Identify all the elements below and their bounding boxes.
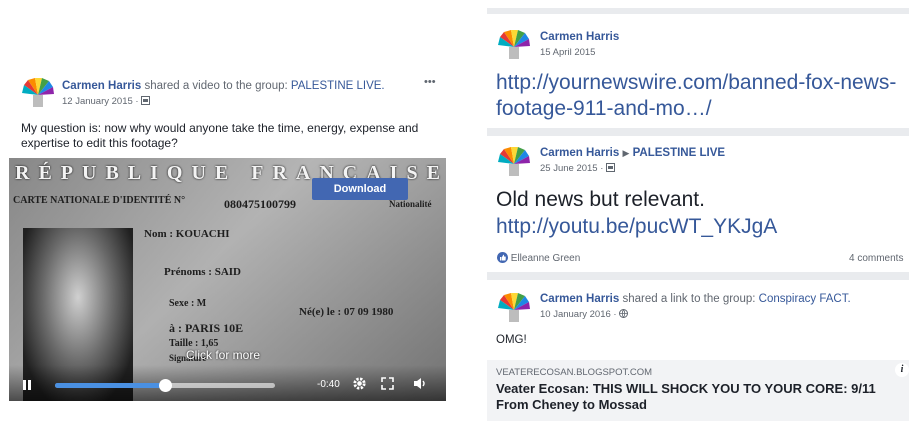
progress-fill — [55, 383, 165, 388]
right-post2-card: Carmen Harris ▶ PALESTINE LIVE 25 June 2… — [487, 136, 909, 272]
rainbow-avatar-icon[interactable] — [497, 144, 531, 178]
group-link[interactable]: PALESTINE LIVE. — [291, 80, 385, 92]
reactor-name[interactable]: Elleanne Green — [511, 253, 581, 264]
link-preview[interactable]: VEATERECOSAN.BLOGSPOT.COM Veater Ecosan:… — [487, 360, 909, 421]
post-date[interactable]: 12 January 2015 — [62, 96, 133, 107]
link-title[interactable]: Veater Ecosan: THIS WILL SHOCK YOU TO YO… — [496, 381, 906, 413]
author-name[interactable]: Carmen Harris — [62, 80, 141, 92]
link-domain: VEATERECOSAN.BLOGSPOT.COM — [496, 367, 653, 378]
volume-icon[interactable] — [413, 377, 427, 390]
right-post1-card: Carmen Harris 15 April 2015 http://yourn… — [487, 14, 909, 128]
id-ne: Né(e) le : 07 09 1980 — [299, 306, 394, 318]
time-remaining: -0:40 — [317, 379, 340, 390]
id-card-title: CARTE NATIONALE D'IDENTITÉ N° — [13, 195, 186, 206]
id-sexe: Sexe : M — [169, 298, 207, 309]
video-player[interactable]: RÉPUBLIQUE FRANÇAISE CARTE NATIONALE D'I… — [9, 158, 446, 401]
id-nom: Nom : KOUACHI — [144, 228, 230, 240]
group-privacy-icon — [141, 96, 151, 105]
like-icon — [497, 252, 508, 263]
share-action: shared a link to the group: — [622, 293, 756, 305]
post-date[interactable]: 10 January 2016 — [540, 309, 611, 320]
globe-icon — [619, 309, 629, 319]
id-lieu: à : PARIS 10E — [169, 321, 244, 335]
post-timestamp: 12 January 2015 · — [62, 96, 151, 107]
video-controls: -0:40 — [9, 365, 446, 401]
pause-icon[interactable] — [21, 379, 33, 391]
post-timestamp: 25 June 2015 · — [540, 163, 616, 174]
left-post-header: Carmen Harris shared a video to the grou… — [62, 80, 385, 92]
fullscreen-icon[interactable] — [381, 377, 394, 390]
post-date[interactable]: 15 April 2015 — [540, 47, 595, 58]
id-nationality: Nationalité — [389, 199, 432, 209]
settings-gear-icon[interactable] — [352, 376, 367, 391]
post-text: OMG! — [496, 334, 527, 346]
rainbow-avatar-icon[interactable] — [497, 290, 531, 324]
group-privacy-icon — [606, 163, 616, 172]
post-text: Old news but relevant. — [496, 188, 705, 211]
info-icon[interactable]: i — [895, 363, 909, 377]
id-prenoms: Prénoms : SAID — [164, 266, 241, 278]
post-text: My question is: now why would anyone tak… — [21, 121, 419, 150]
divider-2 — [487, 272, 909, 280]
group-link[interactable]: Conspiracy FACT. — [759, 293, 851, 305]
youtube-link[interactable]: http://youtu.be/pucWT_YKJgA — [496, 214, 777, 240]
post-date[interactable]: 25 June 2015 — [540, 163, 598, 174]
post2-header: Carmen Harris ▶ PALESTINE LIVE — [540, 147, 725, 159]
share-action: shared a video to the group: — [144, 80, 288, 92]
progress-handle[interactable] — [159, 379, 172, 392]
author-name[interactable]: Carmen Harris — [540, 31, 619, 43]
rainbow-avatar-icon[interactable] — [497, 27, 531, 61]
post-timestamp: 10 January 2016 · — [540, 309, 629, 320]
comments-count[interactable]: 4 comments — [849, 253, 903, 264]
author-name[interactable]: Carmen Harris — [540, 147, 619, 159]
author-name[interactable]: Carmen Harris — [540, 293, 619, 305]
download-button[interactable]: Download — [312, 178, 408, 200]
article-link[interactable]: http://yournewswire.com/banned-fox-news-… — [496, 70, 906, 122]
more-options-icon[interactable]: ••• — [424, 76, 436, 88]
reactions-row[interactable]: Elleanne Green — [497, 252, 580, 264]
divider-1 — [487, 128, 909, 136]
arrow-icon: ▶ — [622, 148, 630, 158]
id-card-number: 080475100799 — [224, 197, 296, 211]
right-post3-card: Carmen Harris shared a link to the group… — [487, 280, 909, 421]
click-for-more-overlay[interactable]: Click for more — [186, 348, 260, 362]
progress-track[interactable] — [55, 379, 275, 392]
rainbow-avatar-icon[interactable] — [21, 75, 55, 109]
group-link[interactable]: PALESTINE LIVE — [633, 147, 725, 159]
post3-header: Carmen Harris shared a link to the group… — [540, 293, 851, 305]
